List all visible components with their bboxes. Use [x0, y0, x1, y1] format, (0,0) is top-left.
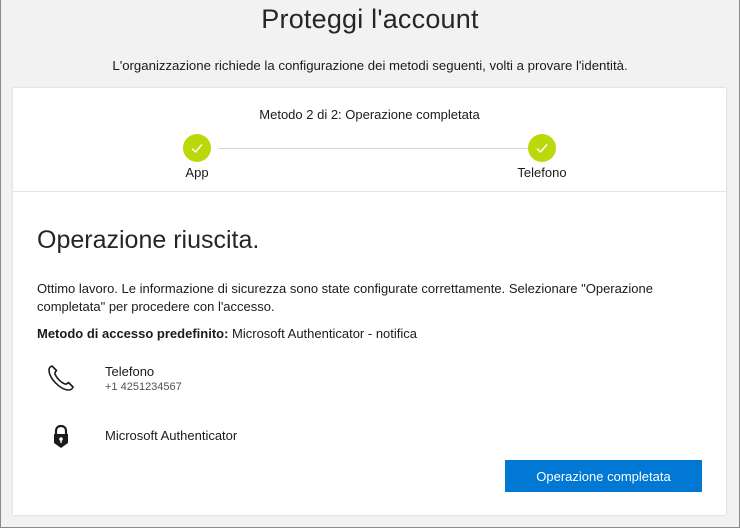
method-authenticator-name: Microsoft Authenticator — [105, 428, 238, 443]
step-app-label: App — [185, 165, 209, 180]
step-app-check — [183, 134, 211, 162]
page-title: Proteggi l'account — [261, 4, 479, 34]
progress-connector-line — [218, 148, 531, 149]
step-phone-label: Telefono — [517, 165, 567, 180]
done-button[interactable]: Operazione completata — [505, 460, 702, 492]
page-subtitle: L'organizzazione richiede la configurazi… — [112, 58, 628, 73]
default-method-value: Microsoft Authenticator - notifica — [228, 326, 418, 341]
success-heading: Operazione riuscita. — [37, 226, 260, 254]
authenticator-lock-icon — [54, 424, 68, 448]
step-phone-check — [528, 134, 556, 162]
phone-icon — [48, 365, 74, 391]
default-method-label: Metodo di accesso predefinito: — [37, 326, 229, 341]
check-icon — [191, 144, 203, 154]
method-phone-number: +1 4251234567 — [105, 381, 182, 393]
method-phone-name: Telefono — [105, 364, 155, 379]
progress-title: Metodo 2 di 2: Operazione completata — [259, 107, 480, 122]
setup-card: Metodo 2 di 2: Operazione completata App… — [13, 88, 726, 515]
success-message: Ottimo lavoro. Le informazione di sicure… — [37, 281, 653, 314]
check-icon — [536, 144, 548, 154]
progress-indicator: Metodo 2 di 2: Operazione completata App… — [13, 88, 726, 192]
window-frame: Proteggi l'account L'organizzazione rich… — [0, 0, 740, 528]
default-method: Metodo di accesso predefinito: Microsoft… — [37, 326, 417, 341]
